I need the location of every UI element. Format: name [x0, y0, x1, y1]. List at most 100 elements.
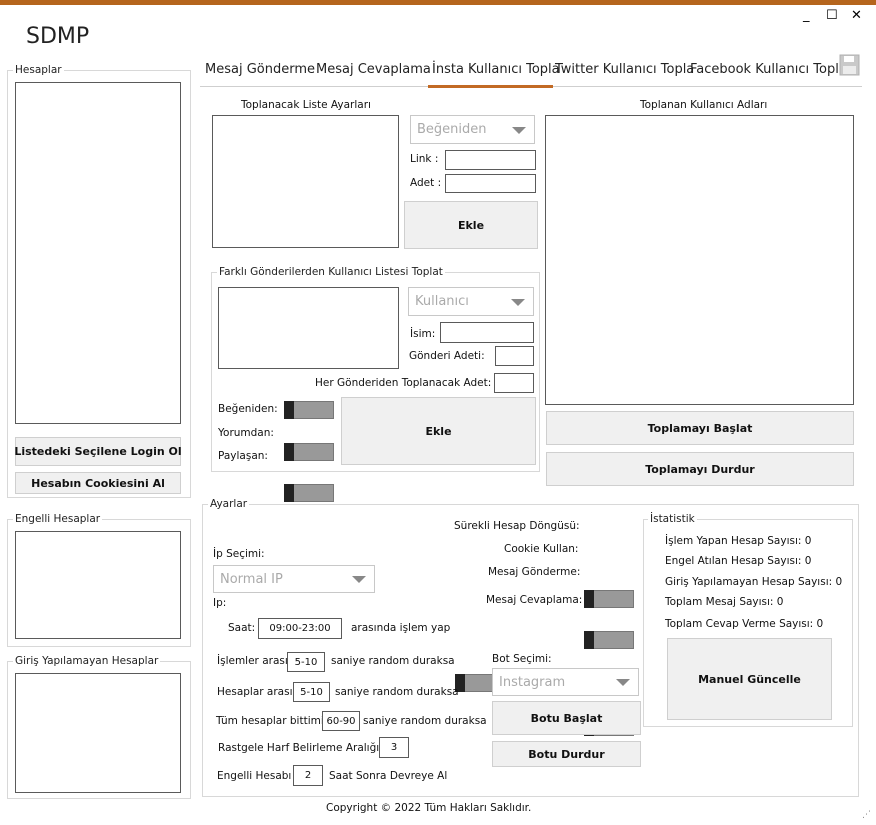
minimize-button[interactable]: _ [803, 8, 810, 23]
close-button[interactable]: ✕ [851, 8, 862, 23]
tab-message-reply[interactable]: Mesaj Cevaplama [316, 62, 431, 77]
message-send-label: Mesaj Gönderme: [488, 566, 581, 578]
post-count-label: Gönderi Adeti: [409, 350, 485, 362]
link-label: Link : [410, 153, 439, 165]
shares-label: Paylaşan: [218, 450, 268, 462]
per-post-label: Her Gönderiden Toplanacak Adet: [315, 377, 492, 389]
accounts-label: Hesaplar [13, 64, 64, 76]
between-ops-suffix: saniye random duraksa [331, 655, 455, 667]
window-accent-bar [0, 0, 876, 5]
toggle-knob [584, 590, 594, 608]
copyright-text: Copyright © 2022 Tüm Hakları Saklıdır. [326, 802, 532, 814]
random-letter-label: Rastgele Harf Belirleme Aralığı: [218, 742, 383, 754]
between-ops-input[interactable]: 5-10 [287, 652, 325, 672]
between-ops-label: İşlemler arası [217, 655, 288, 667]
between-accounts-suffix: saniye random duraksa [335, 686, 459, 698]
shares-toggle[interactable] [284, 484, 334, 502]
ip-label: Ip: [213, 597, 227, 609]
total-messages-stat: Toplam Mesaj Sayısı: 0 [665, 596, 784, 608]
bot-type-select[interactable]: Instagram [492, 668, 639, 696]
settings-label: Ayarlar [208, 498, 250, 510]
between-accounts-input[interactable]: 5-10 [293, 682, 330, 702]
tab-message-send[interactable]: Mesaj Gönderme [205, 62, 315, 77]
maximize-button[interactable]: ☐ [826, 8, 838, 23]
blocked-accounts-stat: Engel Atılan Hesap Sayısı: 0 [665, 555, 812, 567]
toggle-knob [284, 443, 294, 461]
ip-type-value: Normal IP [220, 571, 283, 587]
bot-type-value: Instagram [499, 674, 566, 690]
multi-post-label: Farklı Gönderilerden Kullanıcı Listesi T… [217, 266, 445, 278]
comments-label: Yorumdan: [218, 427, 274, 439]
login-selected-button[interactable]: Listedeki Seçilene Login Ol [14, 437, 182, 466]
source-type-value: Beğeniden [417, 122, 487, 137]
chevron-down-icon [511, 298, 525, 306]
cookie-use-toggle[interactable] [584, 631, 634, 649]
collected-users-label: Toplanan Kullanıcı Adları [640, 99, 768, 111]
account-loop-label: Sürekli Hesap Döngüsü: [454, 520, 580, 532]
count-input[interactable] [445, 174, 536, 193]
processed-accounts-stat: İşlem Yapan Hesap Sayısı: 0 [665, 535, 812, 547]
blocked-account-prefix: Engelli Hesabı [217, 770, 292, 782]
start-bot-button[interactable]: Botu Başlat [492, 701, 641, 735]
name-input[interactable] [440, 322, 534, 343]
post-count-input[interactable] [495, 346, 534, 366]
tab-facebook-collect[interactable]: Facebook Kullanıcı Topla [690, 62, 847, 77]
tab-insta-collect[interactable]: İnsta Kullanıcı Topla [432, 62, 560, 77]
count-label: Adet : [410, 177, 442, 189]
accounts-list[interactable] [15, 82, 181, 424]
total-replies-stat: Toplam Cevap Verme Sayısı: 0 [665, 618, 824, 630]
likes-label: Beğeniden: [218, 403, 278, 415]
save-icon[interactable] [839, 54, 860, 76]
chevron-down-icon [616, 679, 630, 686]
chevron-down-icon [512, 126, 526, 134]
time-suffix-label: arasında işlem yap [351, 622, 451, 634]
manual-refresh-button[interactable]: Manuel Güncelle [667, 638, 832, 720]
failed-login-stat: Giriş Yapılamayan Hesap Sayısı: 0 [665, 576, 843, 588]
source-type-select[interactable]: Beğeniden [410, 115, 535, 144]
chevron-down-icon [352, 576, 366, 583]
list-settings-label: Toplanacak Liste Ayarları [241, 99, 371, 111]
comments-toggle[interactable] [284, 443, 334, 461]
all-done-input[interactable]: 60-90 [322, 711, 360, 731]
stats-label: İstatistik [648, 513, 697, 525]
multi-add-button[interactable]: Ekle [341, 397, 536, 465]
resize-grip-icon[interactable]: ⋰ [862, 810, 871, 820]
random-letter-input[interactable]: 3 [379, 737, 409, 758]
start-collecting-button[interactable]: Toplamayı Başlat [546, 411, 854, 445]
cookie-use-label: Cookie Kullan: [504, 543, 579, 555]
account-loop-toggle[interactable] [584, 590, 634, 608]
between-accounts-label: Hesaplar arası [217, 686, 293, 698]
post-list-box[interactable] [218, 287, 399, 369]
time-label: Saat: [228, 622, 256, 634]
toggle-knob [284, 484, 294, 502]
stop-collecting-button[interactable]: Toplamayı Durdur [546, 452, 854, 486]
user-type-select[interactable]: Kullanıcı [408, 287, 534, 316]
get-cookies-button[interactable]: Hesabın Cookiesini Al [15, 472, 181, 494]
ip-selection-label: İp Seçimi: [213, 548, 265, 560]
all-done-label: Tüm hesaplar bittimi [216, 715, 324, 727]
blocked-hours-input[interactable]: 2 [293, 765, 323, 786]
stop-bot-button[interactable]: Botu Durdur [492, 741, 641, 767]
active-tab-indicator [428, 85, 553, 88]
likes-toggle[interactable] [284, 401, 334, 419]
blocked-account-suffix: Saat Sonra Devreye Al [329, 770, 448, 782]
toggle-knob [584, 631, 594, 649]
time-range-input[interactable]: 09:00-23:00 [258, 618, 342, 639]
add-button[interactable]: Ekle [404, 201, 538, 249]
tab-twitter-collect[interactable]: Twitter Kullanıcı Topla [555, 62, 694, 77]
bot-selection-label: Bot Seçimi: [492, 653, 552, 665]
failed-login-label: Giriş Yapılamayan Hesaplar [13, 655, 161, 667]
app-title: SDMP [26, 24, 90, 49]
per-post-input[interactable] [494, 373, 534, 393]
collected-users-list[interactable] [545, 115, 854, 405]
name-label: İsim: [410, 328, 436, 340]
target-list-box[interactable] [212, 115, 399, 248]
failed-login-list[interactable] [15, 673, 181, 793]
link-input[interactable] [445, 150, 536, 170]
ip-type-select[interactable]: Normal IP [213, 565, 375, 593]
all-done-suffix: saniye random duraksa [363, 715, 487, 727]
blocked-accounts-list[interactable] [15, 531, 181, 639]
toggle-knob [284, 401, 294, 419]
blocked-accounts-label: Engelli Hesaplar [13, 513, 103, 525]
message-reply-label: Mesaj Cevaplama: [486, 594, 583, 606]
